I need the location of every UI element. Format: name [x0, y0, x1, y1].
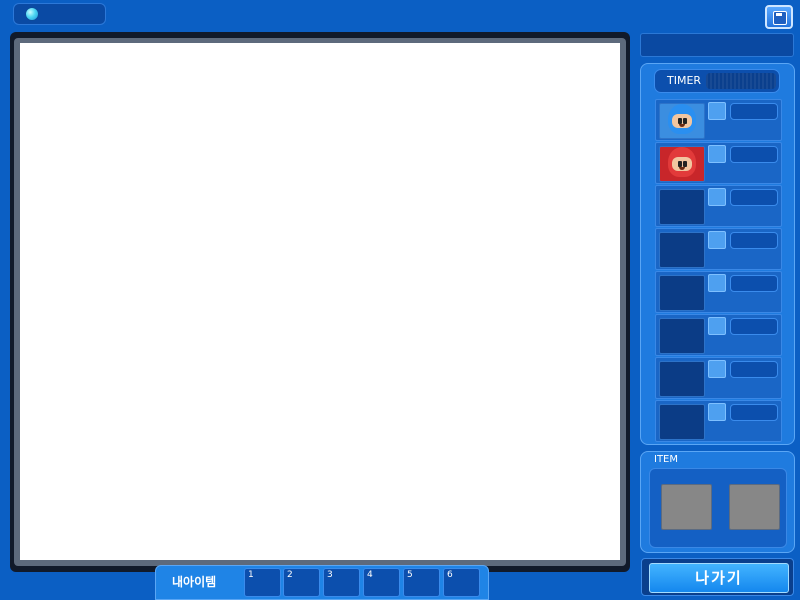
globe-icon [25, 7, 39, 21]
quick-slot-4[interactable]: 4 [363, 568, 400, 597]
exit-button[interactable]: 나가기 [641, 558, 794, 596]
ready-indicator [708, 317, 726, 335]
exit-button-label: 나가기 [649, 563, 789, 593]
avatar [659, 146, 705, 182]
ready-indicator [708, 102, 726, 120]
blue-bomber-icon [668, 104, 696, 134]
timer-gauge [706, 73, 776, 89]
quick-slot-5[interactable]: 5 [403, 568, 440, 597]
item-panel-label: ITEM [654, 454, 679, 465]
avatar [659, 404, 705, 440]
player-name [730, 232, 778, 249]
player-name [730, 146, 778, 163]
player-slot-5[interactable] [655, 271, 782, 313]
game-board[interactable] [20, 43, 620, 560]
avatar [659, 189, 705, 225]
player-name [730, 404, 778, 421]
player-slot-1[interactable] [655, 99, 782, 141]
quick-slot-number: 5 [407, 570, 413, 580]
quick-slot-number: 2 [287, 570, 293, 580]
player-name [730, 318, 778, 335]
quick-slot-number: 4 [367, 570, 373, 580]
ready-indicator [708, 231, 726, 249]
ready-indicator [708, 360, 726, 378]
ready-indicator [708, 145, 726, 163]
timer-bar: TIMER [654, 69, 780, 93]
item-slot-1[interactable] [661, 484, 712, 530]
player-name [730, 189, 778, 206]
floppy-disk-icon [773, 11, 787, 25]
avatar [659, 232, 705, 268]
avatar [659, 275, 705, 311]
ready-indicator [708, 188, 726, 206]
quick-slot-number: 6 [447, 570, 453, 580]
player-name [730, 103, 778, 120]
quick-slot-number: 1 [248, 570, 254, 580]
item-slot-2[interactable] [729, 484, 780, 530]
avatar [659, 103, 705, 139]
avatar [659, 361, 705, 397]
ready-indicator [708, 274, 726, 292]
quick-slot-number: 3 [327, 570, 333, 580]
quick-slot-6[interactable]: 6 [443, 568, 480, 597]
timer-label: TIMER [667, 74, 702, 87]
player-name [730, 361, 778, 378]
save-button[interactable] [765, 5, 793, 29]
player-slot-6[interactable] [655, 314, 782, 356]
player-slot-2[interactable] [655, 142, 782, 184]
player-slot-3[interactable] [655, 185, 782, 227]
red-bomber-icon [668, 147, 696, 177]
player-slot-8[interactable] [655, 400, 782, 442]
player-slot-4[interactable] [655, 228, 782, 270]
quick-slot-2[interactable]: 2 [283, 568, 320, 597]
player-slot-7[interactable] [655, 357, 782, 399]
ready-indicator [708, 403, 726, 421]
player-name [730, 275, 778, 292]
quick-slot-3[interactable]: 3 [323, 568, 360, 597]
my-items-label: 내아이템 [172, 575, 217, 589]
room-title-bar [640, 33, 794, 57]
avatar [659, 318, 705, 354]
quick-slot-1[interactable]: 1 [244, 568, 281, 597]
